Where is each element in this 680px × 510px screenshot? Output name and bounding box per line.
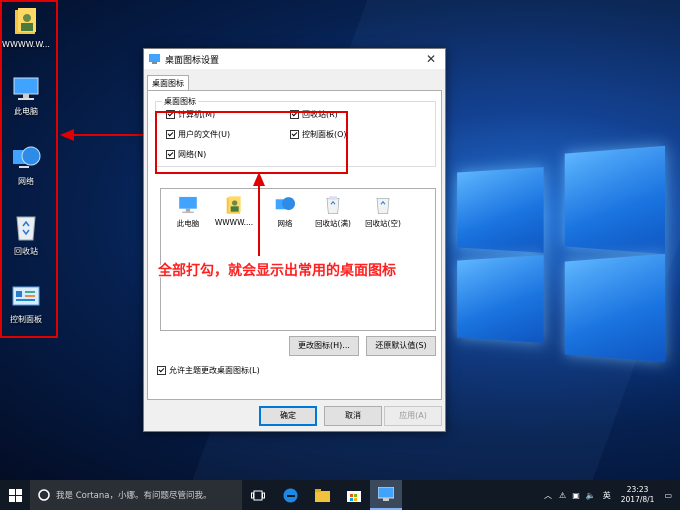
windows-logo-pane-tr (564, 145, 666, 255)
clock[interactable]: 23:23 2017/8/1 (615, 485, 661, 505)
list-item-label: 此电脑 (176, 219, 200, 228)
recycle-bin-empty-icon (376, 198, 390, 214)
desktop-icon-user-folder[interactable]: WWWW.W... (0, 6, 52, 49)
desktop-icon-label: WWWW.W... (2, 40, 50, 49)
desktop-settings-icon (149, 54, 160, 64)
taskbar-file-explorer[interactable] (306, 480, 338, 510)
computer-icon (13, 77, 39, 100)
notification-warning-icon[interactable]: ⚠ (556, 491, 569, 500)
taskbar-edge[interactable] (274, 480, 306, 510)
annotation-text: 全部打勾，就会显示出常用的桌面图标 (158, 263, 396, 279)
taskbar-store[interactable] (338, 480, 370, 510)
taskbar: 我是 Cortana，小娜。有问题尽管问我。 ︿ ⚠ ▣ 🔈 英 23:23 2… (0, 480, 680, 510)
edge-browser-icon (283, 488, 297, 502)
recycle-bin-icon (16, 216, 36, 241)
ime-indicator[interactable]: 英 (599, 490, 615, 501)
restore-default-button[interactable]: 还原默认值(S) (366, 336, 436, 356)
network-icon (13, 146, 41, 168)
list-item[interactable]: 回收站(满) (310, 195, 356, 229)
windows-logo-pane-bl (457, 255, 544, 343)
windows-logo-pane-br (564, 253, 666, 363)
computer-icon (179, 196, 197, 214)
checkbox-group-highlight (155, 111, 348, 174)
user-folder-icon (226, 196, 241, 214)
system-tray: ︿ ⚠ ▣ 🔈 英 23:23 2017/8/1 ▭ (540, 480, 680, 510)
network-tray-icon[interactable]: ▣ (569, 491, 583, 500)
annotation-arrow-up (253, 172, 265, 256)
group-label: 桌面图标 (162, 96, 198, 107)
list-item-label: WWWW.... (214, 218, 254, 227)
desktop-icon-recycle-bin[interactable]: 回收站 (0, 212, 52, 257)
desktop-icon-network[interactable]: 网络 (0, 144, 52, 187)
list-item[interactable]: WWWW.... (211, 195, 257, 227)
checkbox-checked[interactable] (157, 366, 166, 375)
taskbar-desktop-settings[interactable] (370, 480, 402, 510)
desktop-icon-this-pc[interactable]: 此电脑 (0, 76, 52, 117)
desktop-icon-label: 此电脑 (14, 107, 38, 116)
checkbox-allow-themes[interactable]: 允许主题更改桌面图标(L) (157, 365, 260, 376)
ok-button[interactable]: 确定 (259, 406, 317, 426)
windows-logo-pane-tl (457, 167, 544, 253)
network-icon (275, 197, 295, 210)
dialog-titlebar[interactable]: 桌面图标设置 ✕ (144, 49, 445, 69)
desktop-settings-icon (378, 487, 394, 501)
desktop-icon-label: 网络 (18, 177, 34, 186)
cancel-button[interactable]: 取消 (324, 406, 382, 426)
list-item[interactable]: 回收站(空) (360, 195, 406, 229)
recycle-bin-full-icon (326, 196, 340, 214)
task-view-button[interactable] (242, 480, 274, 510)
action-center-icon[interactable]: ▭ (660, 491, 680, 500)
clock-time: 23:23 (626, 485, 649, 494)
search-placeholder: 我是 Cortana，小娜。有问题尽管问我。 (56, 491, 212, 501)
volume-icon[interactable]: 🔈 (583, 491, 599, 500)
close-button[interactable]: ✕ (417, 52, 445, 66)
user-folder-icon (15, 8, 36, 34)
tab-desktop-icons[interactable]: 桌面图标 (147, 75, 189, 91)
desktop-icon-label: 回收站 (14, 247, 38, 256)
list-item[interactable]: 此电脑 (165, 195, 211, 229)
control-panel-icon (12, 286, 40, 306)
list-item-label: 网络 (277, 219, 293, 228)
list-item[interactable]: 网络 (262, 195, 308, 229)
windows-start-icon (8, 488, 22, 502)
cortana-icon (38, 489, 50, 501)
apply-button[interactable]: 应用(A) (384, 406, 442, 426)
desktop-icon-settings-dialog: 桌面图标设置 ✕ 桌面图标 桌面图标 计算机(M) 回收站(R) 用户的文件(U… (143, 48, 446, 432)
checkbox-label: 允许主题更改桌面图标(L) (169, 366, 260, 375)
cortana-search-box[interactable]: 我是 Cortana，小娜。有问题尽管问我。 (30, 480, 242, 510)
annotation-arrow-left (60, 129, 144, 141)
desktop-icon-control-panel[interactable]: 控制面板 (0, 284, 52, 325)
list-item-label: 回收站(空) (365, 219, 401, 228)
list-item-label: 回收站(满) (315, 219, 351, 228)
task-view-icon (251, 490, 265, 500)
store-icon (347, 491, 361, 502)
start-button[interactable] (0, 480, 30, 510)
desktop-icon-label: 控制面板 (10, 315, 42, 324)
chevron-up-icon[interactable]: ︿ (540, 490, 556, 501)
clock-date: 2017/8/1 (620, 495, 655, 504)
dialog-title: 桌面图标设置 (165, 55, 220, 66)
folder-icon (314, 488, 330, 502)
change-icon-button[interactable]: 更改图标(H)... (289, 336, 359, 356)
